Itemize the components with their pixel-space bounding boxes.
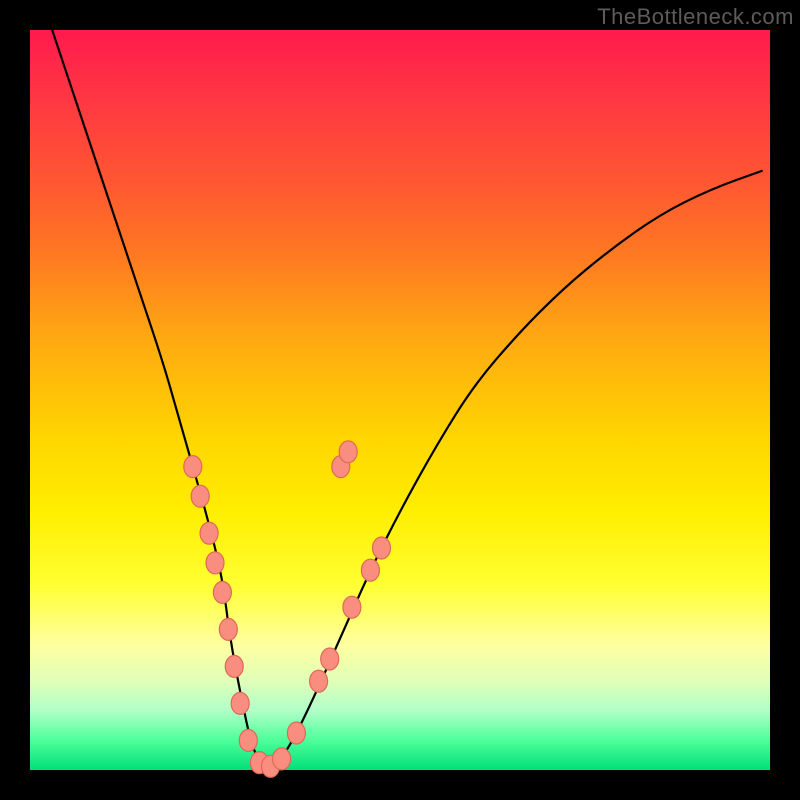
curve-marker xyxy=(239,729,257,751)
bottleneck-curve xyxy=(52,30,762,766)
chart-svg xyxy=(30,30,770,770)
curve-marker xyxy=(206,552,224,574)
watermark-text: TheBottleneck.com xyxy=(597,4,794,30)
curve-marker xyxy=(184,456,202,478)
curve-marker xyxy=(321,648,339,670)
chart-frame: TheBottleneck.com xyxy=(0,0,800,800)
curve-marker xyxy=(213,581,231,603)
curve-marker xyxy=(373,537,391,559)
plot-area xyxy=(30,30,770,770)
marker-group xyxy=(184,441,391,778)
curve-marker xyxy=(273,748,291,770)
curve-marker xyxy=(343,596,361,618)
curve-marker xyxy=(219,618,237,640)
curve-marker xyxy=(225,655,243,677)
curve-marker xyxy=(191,485,209,507)
curve-marker xyxy=(231,692,249,714)
curve-marker xyxy=(339,441,357,463)
curve-marker xyxy=(200,522,218,544)
curve-marker xyxy=(361,559,379,581)
curve-marker xyxy=(287,722,305,744)
curve-marker xyxy=(310,670,328,692)
